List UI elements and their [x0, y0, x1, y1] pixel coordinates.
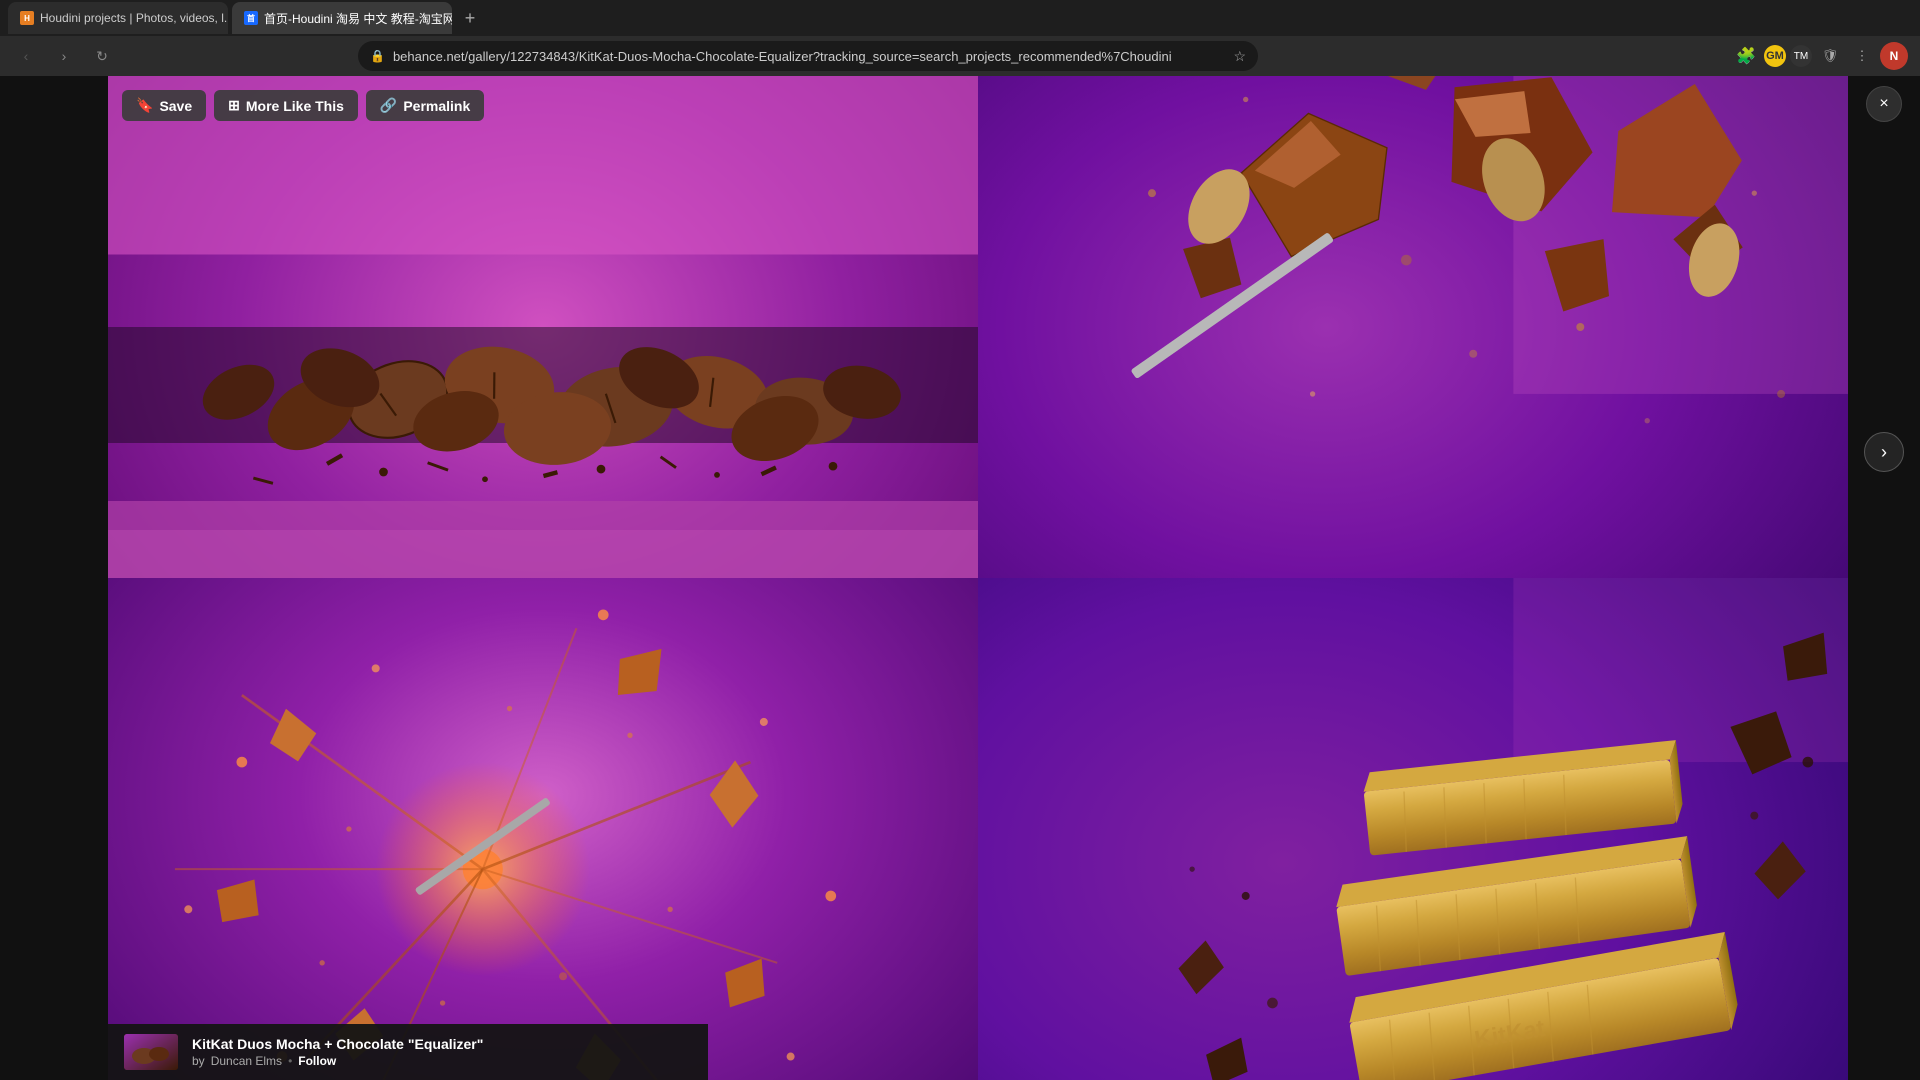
url-text: behance.net/gallery/122734843/KitKat-Duo…: [393, 49, 1172, 64]
new-tab-button[interactable]: +: [456, 4, 484, 32]
author-name: Duncan Elms: [211, 1054, 282, 1068]
browser-icons: 🧩 GM TM 🛡 ⋮ N: [1732, 42, 1908, 70]
permalink-button[interactable]: 🔗 Permalink: [366, 90, 484, 121]
tab-favicon-behance: 首: [244, 11, 258, 25]
by-label: by: [192, 1054, 205, 1068]
url-bar[interactable]: 🔒 behance.net/gallery/122734843/KitKat-D…: [358, 41, 1258, 71]
save-icon: 🔖: [136, 97, 153, 114]
refresh-button[interactable]: ↻: [88, 42, 116, 70]
content-area: 🔖 Save ⊞ More Like This 🔗 Permalink: [0, 76, 1920, 1080]
gallery-cell-bottom-left: [108, 578, 978, 1080]
link-icon: 🔗: [380, 97, 397, 114]
permalink-label: Permalink: [403, 98, 470, 114]
gallery-cell-top-left: [108, 76, 978, 578]
gallery-cell-top-right: [978, 76, 1848, 578]
back-button[interactable]: ‹: [12, 42, 40, 70]
tampermonkey-icon[interactable]: TM: [1790, 45, 1812, 67]
address-bar: ‹ › ↻ 🔒 behance.net/gallery/122734843/Ki…: [0, 36, 1920, 76]
shield-icon[interactable]: 🛡: [1816, 42, 1844, 70]
follow-button[interactable]: Follow: [298, 1054, 336, 1068]
tab-label-behance: 首页-Houdini 淘易 中文 教程-淘宝网: [264, 10, 452, 27]
more-like-this-button[interactable]: ⊞ More Like This: [214, 90, 358, 121]
save-button[interactable]: 🔖 Save: [122, 90, 206, 121]
gallery-cell-bottom-right: KitKat: [978, 578, 1848, 1080]
project-info: KitKat Duos Mocha + Chocolate "Equalizer…: [192, 1036, 483, 1068]
project-author-row: by Duncan Elms • Follow: [192, 1054, 483, 1068]
project-title: KitKat Duos Mocha + Chocolate "Equalizer…: [192, 1036, 483, 1052]
tab-houdini[interactable]: H Houdini projects | Photos, videos, l..…: [8, 2, 228, 34]
project-thumbnail: [124, 1034, 178, 1070]
more-label: More Like This: [246, 98, 344, 114]
toolbar-overlay: 🔖 Save ⊞ More Like This 🔗 Permalink: [122, 90, 484, 121]
forward-button[interactable]: ›: [50, 42, 78, 70]
gallery-grid: KitKat: [108, 76, 1848, 1080]
left-sidebar: [0, 76, 108, 1080]
tab-behance[interactable]: 首 首页-Houdini 淘易 中文 教程-淘宝网 ×: [232, 2, 452, 34]
settings-icon[interactable]: ⋮: [1848, 42, 1876, 70]
tab-label-houdini: Houdini projects | Photos, videos, l...: [40, 11, 228, 25]
browser-chrome: H Houdini projects | Photos, videos, l..…: [0, 0, 1920, 76]
profile-button[interactable]: N: [1880, 42, 1908, 70]
lock-icon: 🔒: [370, 49, 385, 63]
star-icon[interactable]: ☆: [1233, 48, 1246, 65]
gallery-container: 🔖 Save ⊞ More Like This 🔗 Permalink: [108, 76, 1848, 1080]
bottom-bar: KitKat Duos Mocha + Chocolate "Equalizer…: [108, 1024, 708, 1080]
close-button[interactable]: ×: [1866, 86, 1902, 122]
more-icon: ⊞: [228, 97, 240, 114]
dot-separator: •: [288, 1054, 292, 1068]
tab-favicon-houdini: H: [20, 11, 34, 25]
right-sidebar: × ›: [1848, 76, 1920, 1080]
tab-bar: H Houdini projects | Photos, videos, l..…: [0, 0, 1920, 36]
greasemonkey-icon[interactable]: GM: [1764, 45, 1786, 67]
next-arrow-button[interactable]: ›: [1864, 432, 1904, 472]
extensions-icon[interactable]: 🧩: [1732, 42, 1760, 70]
save-label: Save: [159, 98, 192, 114]
